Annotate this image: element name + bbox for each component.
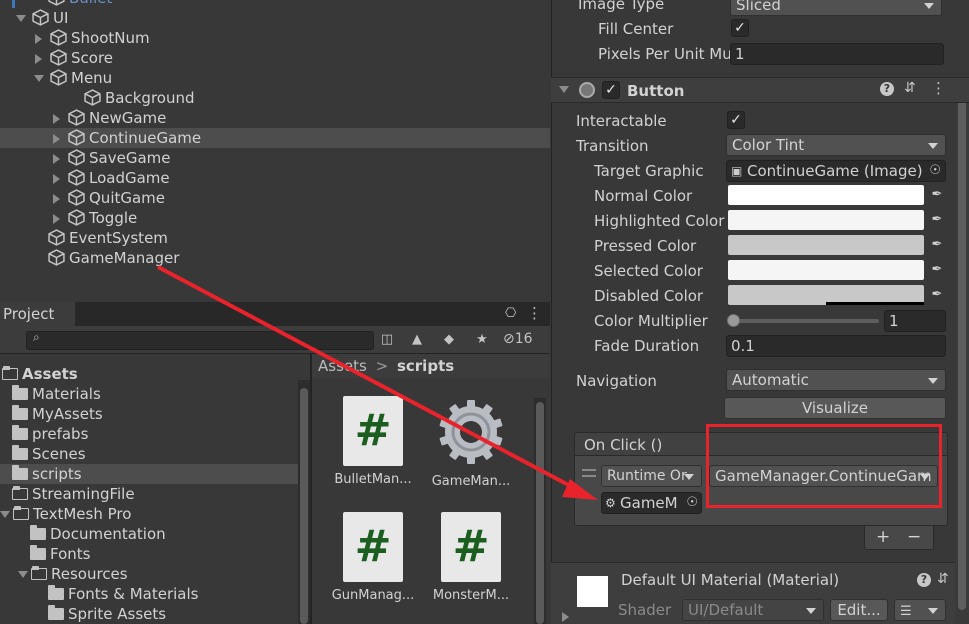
annotation-arrow-line xyxy=(157,265,579,492)
annotation-arrow xyxy=(157,265,598,500)
